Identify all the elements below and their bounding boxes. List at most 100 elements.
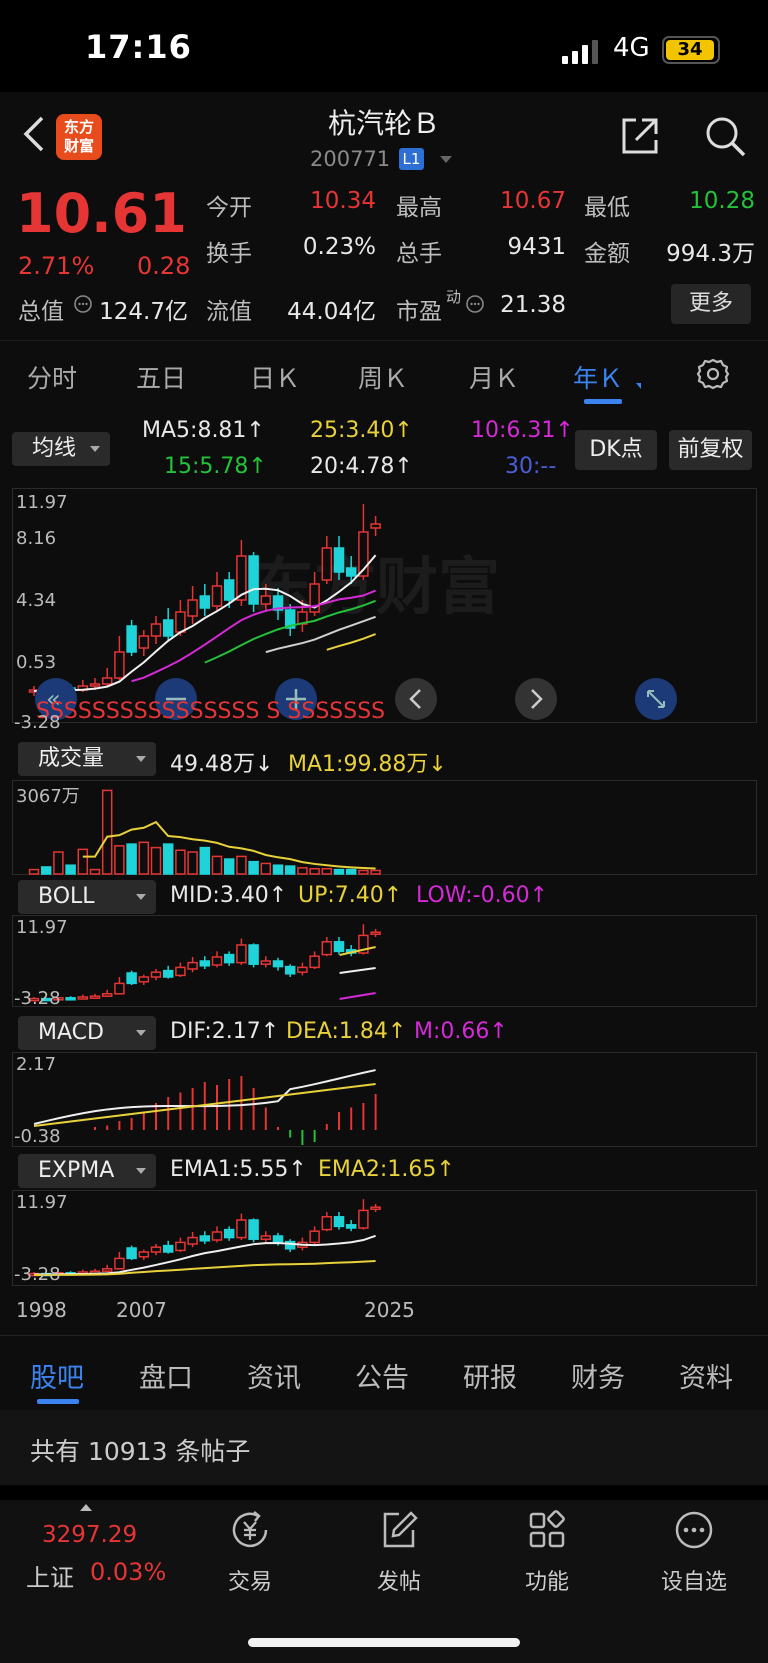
high-value: 10.67 (500, 188, 566, 214)
expma-indicator-button[interactable]: EXPMA (18, 1154, 156, 1188)
boll-up-line (339, 946, 376, 956)
tab-profile[interactable]: 资料 (679, 1356, 733, 1395)
scroll-left-button[interactable] (395, 678, 437, 720)
y-tick: 4.34 (16, 590, 57, 611)
volume-bar (370, 869, 381, 875)
level-badge: L1 (399, 148, 424, 170)
volume-value: 9431 (507, 234, 566, 260)
chevron-down-icon[interactable] (440, 156, 452, 163)
candle (321, 547, 333, 581)
index-value[interactable]: 3297.29 (42, 1522, 137, 1548)
macd-indicator-button[interactable]: MACD (18, 1016, 156, 1050)
x-tick: 1998 (16, 1298, 67, 1322)
tab-finance[interactable]: 财务 (571, 1356, 625, 1395)
quote-panel: 10.61 2.71% 0.28 今开 10.34 最高 10.67 最低 10… (0, 182, 768, 340)
change-percent: 2.71% (18, 252, 95, 280)
nav-watchlist[interactable]: 设自选 (634, 1508, 754, 1596)
boll-indicator-button[interactable]: BOLL (18, 880, 156, 914)
volume-bar (187, 851, 198, 875)
open-value: 10.34 (310, 188, 376, 214)
tab-five-day[interactable]: 五日 (136, 359, 186, 395)
search-icon[interactable] (703, 114, 747, 158)
volume-bar (40, 866, 52, 875)
volume-chart[interactable] (12, 780, 757, 875)
volume-bar (89, 868, 101, 875)
volume-indicator-button[interactable]: 成交量 (18, 742, 156, 776)
tab-monthly-k[interactable]: 月Ｋ (469, 359, 519, 395)
tab-intraday[interactable]: 分时 (27, 359, 77, 395)
volume-ma1-value: MA1:99.88万↓ (288, 752, 447, 777)
signal-icon (562, 40, 598, 64)
tab-forum[interactable]: 股吧 (30, 1356, 84, 1395)
candle (272, 960, 284, 968)
candle (297, 966, 308, 973)
ma10-value: 10:6.31↑ (471, 418, 574, 443)
tab-order-book[interactable]: 盘口 (139, 1356, 193, 1395)
candle (236, 1219, 247, 1239)
boll-y-top: 11.97 (16, 917, 68, 938)
mktcap-label: 总值 (18, 299, 64, 325)
scroll-right-button[interactable] (515, 678, 557, 720)
nav-trade[interactable]: 交易 (190, 1508, 310, 1596)
ma20-value: 20:4.78↑ (310, 454, 413, 479)
candle (199, 595, 211, 609)
candle (358, 1209, 369, 1229)
candle (138, 976, 150, 983)
nav-post-label: 发帖 (376, 1570, 421, 1595)
nav-trade-label: 交易 (227, 1570, 272, 1595)
candle (309, 1230, 320, 1244)
amount-value: 994.3万 (666, 241, 755, 267)
candle (199, 1235, 211, 1242)
candle (370, 1206, 381, 1210)
battery-level: 34 (666, 40, 714, 60)
status-time: 17:16 (85, 28, 192, 66)
status-bar: 17:16 4G 34 (0, 0, 768, 100)
candle (138, 1251, 150, 1258)
tab-yearly-k[interactable]: 年Ｋ (573, 359, 623, 395)
candle (211, 1231, 223, 1241)
tab-weekly-k[interactable]: 周Ｋ (358, 359, 408, 395)
volume-bar (138, 841, 150, 875)
ma25-line (326, 633, 376, 651)
macd-dea-value: DEA:1.84↑ (286, 1019, 407, 1044)
tab-news[interactable]: 资讯 (247, 1356, 301, 1395)
tab-research[interactable]: 研报 (463, 1356, 517, 1395)
index-change[interactable]: 0.03% (90, 1558, 166, 1586)
candle (248, 555, 259, 605)
ma-indicator-button[interactable]: 均线 (12, 432, 110, 466)
volume-bar (199, 846, 211, 875)
adjust-button[interactable]: 前复权 (669, 430, 752, 470)
nav-post[interactable]: 发帖 (339, 1508, 459, 1596)
share-icon[interactable] (618, 114, 662, 158)
candle (162, 969, 174, 978)
gear-icon[interactable] (696, 357, 730, 391)
more-button[interactable]: 更多 (671, 284, 751, 324)
stock-code[interactable]: 200771 (310, 147, 390, 171)
expma-chart[interactable] (12, 1190, 757, 1286)
volume-bar (309, 867, 320, 875)
candle (187, 1236, 198, 1245)
tab-daily-k[interactable]: 日Ｋ (250, 359, 300, 395)
main-kline-chart[interactable]: 东方财富 « SSSSSSSSSSSSSSSS S SSSSSSS (12, 488, 757, 723)
dk-point-label: DK点 (589, 437, 643, 462)
dk-point-button[interactable]: DK点 (575, 430, 657, 470)
tab-underline (37, 1399, 79, 1404)
candle (187, 599, 198, 617)
boll-chart[interactable] (12, 915, 757, 1007)
ma30-value: 30:-- (505, 454, 557, 479)
candle (309, 955, 320, 969)
open-label: 今开 (206, 195, 252, 221)
high-label: 最高 (396, 195, 442, 221)
candle (370, 523, 381, 529)
caret-up-icon[interactable] (80, 1504, 92, 1511)
volume-bar (260, 862, 272, 875)
index-name[interactable]: 上证 (26, 1558, 74, 1593)
tab-announcements[interactable]: 公告 (355, 1356, 409, 1395)
post-count-bar[interactable]: 共有 10913 条帖子 (0, 1410, 768, 1485)
volume-bar (284, 865, 296, 875)
pe-value: 21.38 (500, 292, 566, 318)
macd-chart[interactable] (12, 1052, 757, 1147)
macd-dif-value: DIF:2.17↑ (170, 1019, 280, 1044)
nav-functions[interactable]: 功能 (487, 1508, 607, 1596)
candle (114, 982, 125, 995)
